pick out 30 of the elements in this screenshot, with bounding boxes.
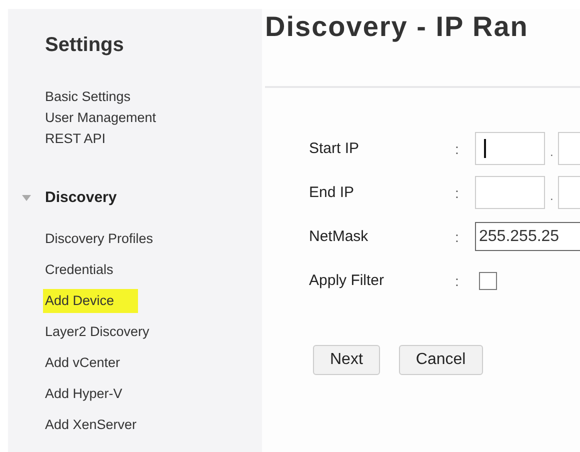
sidebar-title: Settings	[45, 34, 125, 57]
sidebar-link[interactable]: Credentials	[45, 261, 114, 279]
field-label: End IP	[309, 184, 356, 201]
netmask-field[interactable]: 255.255.25	[475, 222, 580, 251]
highlighted-sidebar-link[interactable]: Add Device	[43, 289, 138, 313]
section-title[interactable]: Discovery	[45, 189, 117, 206]
collapse-caret-icon[interactable]	[22, 194, 31, 200]
field-label: Apply Filter	[309, 272, 386, 289]
separator-dot: .	[550, 144, 554, 158]
sidebar-link[interactable]: Layer2 Discovery	[45, 323, 150, 341]
colon: :	[455, 228, 460, 244]
sidebar-link[interactable]: User Management	[45, 109, 156, 126]
page-title: Discovery - IP Ran	[265, 11, 530, 43]
separator-dot: .	[550, 188, 554, 202]
next-button[interactable]: Next	[313, 345, 380, 375]
colon: :	[455, 140, 460, 156]
sidebar-link[interactable]: Discovery Profiles	[45, 230, 154, 248]
checkbox[interactable]	[479, 272, 497, 290]
colon: :	[455, 272, 460, 288]
field-label: Start IP	[309, 140, 360, 157]
cancel-button[interactable]: Cancel	[398, 345, 483, 375]
ip-octet-field[interactable]	[475, 176, 545, 209]
sidebar-link[interactable]: Add Hyper-V	[45, 385, 122, 403]
sidebar-link[interactable]: Add vCenter	[45, 354, 120, 372]
sidebar-link[interactable]: REST API	[45, 130, 106, 147]
sidebar-link[interactable]: Basic Settings	[45, 88, 131, 105]
sidebar-link[interactable]: Add XenServer	[45, 416, 137, 434]
colon: :	[455, 184, 460, 200]
ip-octet-field[interactable]	[475, 132, 545, 165]
field-label: NetMask	[309, 228, 370, 245]
